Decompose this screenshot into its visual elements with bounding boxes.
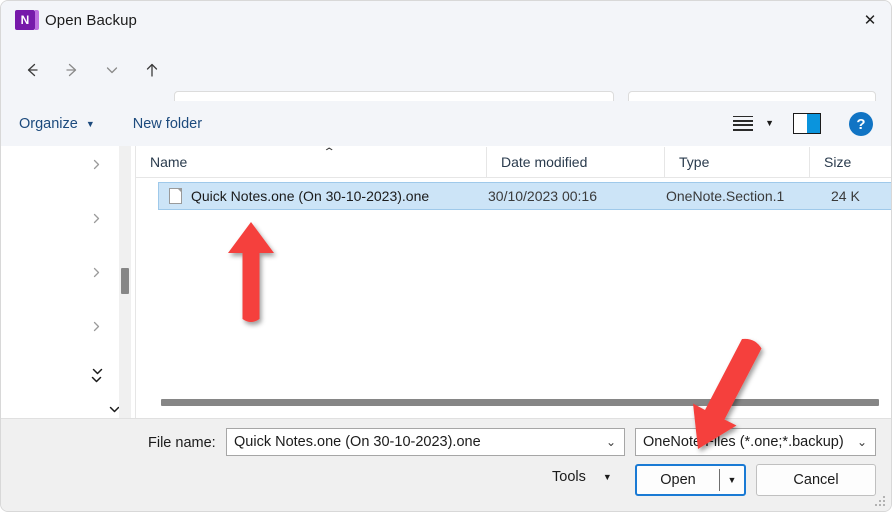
cell-size: 24 K xyxy=(831,188,860,204)
help-button[interactable]: ? xyxy=(849,112,873,136)
up-arrow-icon[interactable] xyxy=(135,53,169,87)
navigation-bar: « 16.0 › Backup › Content xyxy=(1,39,891,127)
organize-button[interactable]: Organize ▼ xyxy=(19,116,95,132)
file-icon xyxy=(169,188,182,204)
cancel-button[interactable]: Cancel xyxy=(756,464,876,496)
back-arrow-icon[interactable] xyxy=(15,53,49,87)
column-header-type-label: Type xyxy=(679,154,710,170)
title-bar: N Open Backup ✕ xyxy=(1,1,891,39)
file-type-combobox[interactable]: OneNote Files (*.one;*.backup) ⌄ xyxy=(635,428,876,456)
file-pane-top-edge xyxy=(136,146,891,147)
chevron-down-icon[interactable]: ⌄ xyxy=(606,429,616,455)
tools-button[interactable]: Tools ▼ xyxy=(552,469,612,485)
chevron-down-icon: ▼ xyxy=(602,472,612,482)
open-dropdown-chevron-down-icon[interactable]: ▼ xyxy=(720,475,744,485)
app-icon-letter: N xyxy=(20,13,30,27)
column-header-row: Name ⌃ Date modified Type Size xyxy=(136,146,891,178)
cell-type: OneNote.Section.1 xyxy=(666,188,785,204)
column-header-name[interactable]: Name xyxy=(136,146,486,178)
view-options-button[interactable]: ▼ xyxy=(733,107,774,139)
tree-expander-collapsed-3[interactable] xyxy=(86,262,106,282)
forward-arrow-icon[interactable] xyxy=(55,53,89,87)
tree-expander-collapsed-1[interactable] xyxy=(86,154,106,174)
column-header-type[interactable]: Type xyxy=(664,146,809,178)
tools-label: Tools xyxy=(552,469,586,485)
command-bar: Organize ▼ New folder ▼ ? xyxy=(1,101,891,146)
navigation-pane-scrollbar[interactable] xyxy=(119,146,131,418)
file-name-input[interactable] xyxy=(234,434,589,450)
column-header-size-label: Size xyxy=(824,154,852,170)
chevron-down-icon[interactable]: ⌄ xyxy=(857,429,867,455)
recent-locations-chevron-down-icon[interactable] xyxy=(95,53,129,87)
new-folder-label: New folder xyxy=(132,115,203,132)
file-list-pane: Name ⌃ Date modified Type Size Quick Not… xyxy=(136,146,891,418)
open-button[interactable]: Open ▼ xyxy=(635,464,746,496)
chevron-down-icon: ▼ xyxy=(765,118,774,128)
onenote-icon: N xyxy=(15,10,39,30)
sort-ascending-icon: ⌃ xyxy=(322,147,336,158)
table-row[interactable]: Quick Notes.one (On 30-10-2023).one 30/1… xyxy=(158,182,891,210)
file-list-horizontal-scrollbar-thumb[interactable] xyxy=(161,399,879,406)
organize-label: Organize xyxy=(19,115,78,132)
tree-expander-collapsed-4[interactable] xyxy=(86,316,106,336)
file-list-horizontal-scrollbar[interactable] xyxy=(136,390,891,418)
chevron-down-icon: ▼ xyxy=(85,118,95,129)
column-header-date-modified[interactable]: Date modified xyxy=(486,146,664,178)
file-type-value: OneNote Files (*.one;*.backup) xyxy=(643,434,844,450)
close-icon[interactable]: ✕ xyxy=(847,1,891,39)
new-folder-button[interactable]: New folder xyxy=(133,116,202,132)
open-backup-dialog: N Open Backup ✕ « 16.0 › Backup › Con xyxy=(0,0,892,512)
column-header-name-label: Name xyxy=(150,154,188,170)
column-header-date-modified-label: Date modified xyxy=(501,154,588,170)
tree-expander-collapsed-2[interactable] xyxy=(86,208,106,228)
file-name-combobox[interactable]: ⌄ xyxy=(226,428,625,456)
preview-pane-toggle-icon[interactable] xyxy=(793,113,821,134)
window-title: Open Backup xyxy=(45,11,137,29)
cell-name: Quick Notes.one (On 30-10-2023).one xyxy=(191,188,430,204)
open-button-label[interactable]: Open xyxy=(637,472,719,488)
column-header-size[interactable]: Size xyxy=(809,146,891,178)
navigation-pane[interactable] xyxy=(1,146,136,418)
cell-date-modified: 30/10/2023 00:16 xyxy=(488,188,597,204)
tree-expander-expanded-2[interactable] xyxy=(87,361,107,381)
resize-grip[interactable] xyxy=(875,496,886,507)
navigation-pane-scrollbar-thumb[interactable] xyxy=(121,268,129,294)
file-name-label: File name: xyxy=(148,435,216,451)
list-view-icon xyxy=(733,115,754,131)
